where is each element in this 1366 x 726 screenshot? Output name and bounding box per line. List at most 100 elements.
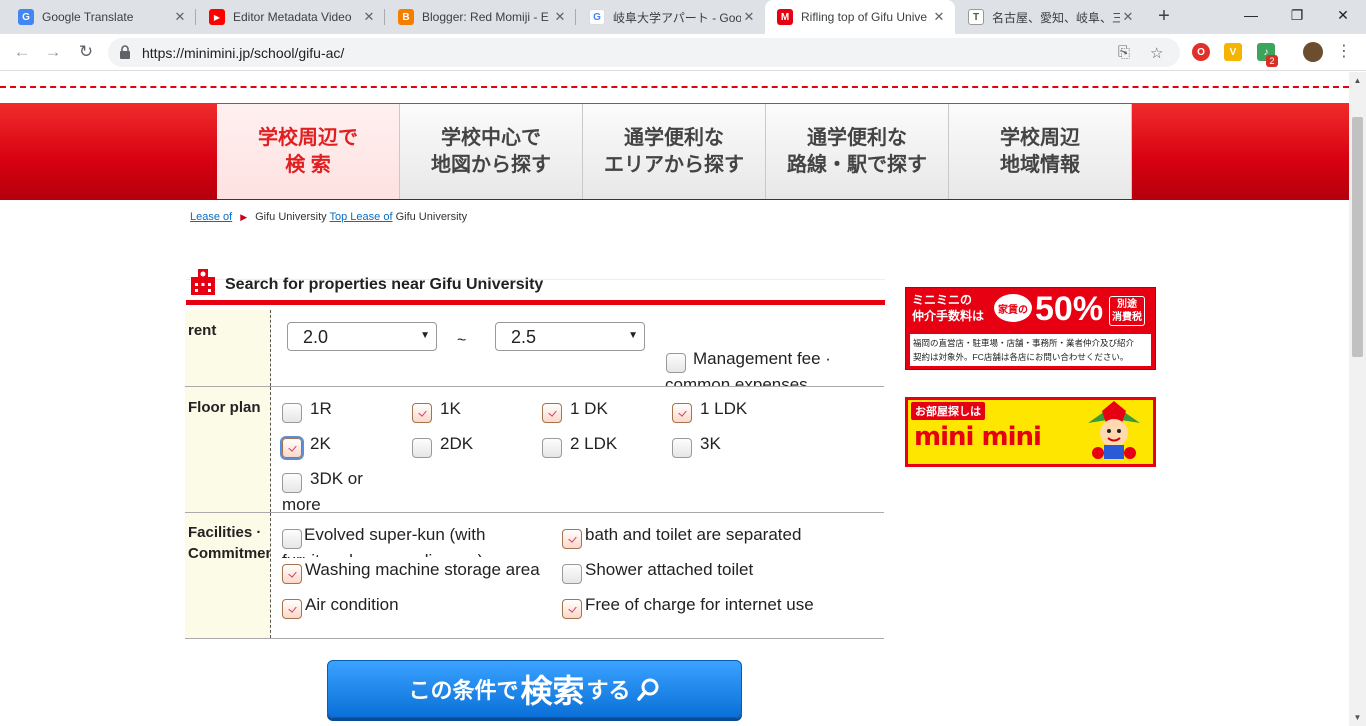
free-internet-checkbox[interactable] [562,599,582,619]
mgmt-fee-label: Management fee · common expenses [665,349,831,386]
nav-area-search[interactable]: 通学便利なエリアから探す [583,104,766,199]
nav-station-search[interactable]: 通学便利な路線・駅で探す [766,104,949,199]
rent-max-select[interactable]: 2.5 ▼ [495,322,645,351]
close-icon[interactable]: ✕ [1120,9,1136,25]
nav-area-info[interactable]: 学校周辺 地域情報 [949,104,1132,199]
scroll-down-arrow-icon[interactable]: ▼ [1349,709,1366,726]
scroll-up-arrow-icon[interactable]: ▲ [1349,72,1366,89]
floor-1dk-label: 1 DK [570,399,608,418]
facilities-row: Facilities · Commitment Evolved super-ku… [185,513,884,639]
minimini-banner[interactable]: お部屋探しは mini mini [905,397,1156,467]
commission-banner[interactable]: ミニミニの 仲介手数料は 家賃の 50% 別途 消費税 福岡の直営店・駐車場・店… [905,287,1156,370]
tab-title: Google Translate [42,10,134,24]
translate-page-icon[interactable]: ⎘ [1118,44,1130,61]
close-icon[interactable]: ✕ [931,9,947,25]
breadcrumb: Lease of ▶ Gifu University Top Lease of Gi… [190,211,467,223]
close-icon[interactable]: ✕ [552,9,568,25]
search-form: rent 2.0 ▼ ~ 2.5 ▼ Management fee · common… [185,310,884,639]
address-bar[interactable]: https://minimini.jp/school/gifu-ac/ ⎘ ☆ [108,38,1180,67]
close-icon[interactable]: ✕ [741,9,757,25]
bath-toilet-separate-checkbox[interactable] [562,529,582,549]
nav-line2: 地図から探す [431,153,551,176]
floor-2ldk-label: 2 LDK [570,434,618,453]
air-condition-label: Air condition [305,595,399,614]
air-condition-checkbox[interactable] [282,599,302,619]
minimize-button[interactable]: — [1228,0,1274,30]
tab-rifling-gifu[interactable]: M Rifling top of Gifu Unive ✕ [765,0,955,34]
tab-editor-metadata[interactable]: ▶ Editor Metadata Video ✕ [197,0,385,34]
floor-3k-checkbox[interactable] [672,438,692,458]
banner-text: 仲介手数料は [912,309,985,323]
close-window-button[interactable]: ✕ [1320,0,1366,30]
vimeo-extension-icon[interactable]: V [1224,43,1242,61]
minimini-icon: M [777,9,793,25]
tab-nagoya[interactable]: T 名古屋、愛知、岐阜、三重 ✕ [956,0,1144,34]
nav-line2: エリアから探す [604,153,744,176]
dashed-divider [0,86,1349,88]
rent-min-select[interactable]: 2.0 ▼ [287,322,437,351]
lock-icon [120,45,130,59]
banner-text: ミニミニの [912,293,973,307]
washing-machine-label: Washing machine storage area [305,557,540,583]
section-title: Search for properties near Gifu Universi… [225,276,544,293]
opera-extension-icon[interactable]: O [1192,43,1210,61]
menu-kebab-icon[interactable]: ⋮ [1336,41,1352,61]
floor-2k-checkbox[interactable] [282,438,302,458]
floor-2dk-checkbox[interactable] [412,438,432,458]
floor-2ldk-checkbox[interactable] [542,438,562,458]
nav-search-near-school[interactable]: 学校周辺で検 索 [217,104,400,199]
shower-toilet-checkbox[interactable] [562,564,582,584]
nav-line1: 学校中心で [441,126,541,149]
url-text[interactable]: https://minimini.jp/school/gifu-ac/ [142,45,344,61]
search-button-text: この条件で [408,678,519,703]
tab-google-translate[interactable]: G Google Translate ✕ [6,0,196,34]
nav-line2: 路線・駅で探す [787,153,927,176]
washing-machine-checkbox[interactable] [282,564,302,584]
breadcrumb-arrow-icon: ▶ [240,212,248,222]
back-button[interactable]: ← [10,40,34,64]
floor-1r-checkbox[interactable] [282,403,302,423]
tab-google-search[interactable]: G 岐阜大学アパート - Goog ✕ [577,0,765,34]
breadcrumb-link-top-lease[interactable]: Top Lease of [330,211,393,223]
nav-line1: 通学便利な [807,126,907,149]
nav-line1: 通学便利な [624,126,724,149]
forward-button[interactable]: → [41,40,65,64]
close-icon[interactable]: ✕ [361,9,377,25]
nav-line1: 学校周辺 [1000,126,1080,149]
rent-row: rent 2.0 ▼ ~ 2.5 ▼ Management fee · common… [185,310,884,387]
google-icon: G [589,9,605,25]
youtube-icon: ▶ [209,9,225,25]
magnifier-icon [636,678,659,701]
rent-label: rent [185,310,271,386]
search-button[interactable]: この条件で 検索 する [327,660,742,718]
breadcrumb-text: Gifu University [395,211,468,223]
bookmark-star-icon[interactable]: ☆ [1150,44,1163,62]
banner-tax: 別途 [1117,299,1137,310]
extension-badge: 2 [1266,55,1278,67]
close-icon[interactable]: ✕ [172,9,188,25]
shirt-icon: T [968,9,984,25]
range-tilde: ~ [457,332,467,349]
furniture-label: Evolved super-kun (with furniture home a… [282,525,486,558]
tab-blogger[interactable]: B Blogger: Red Momiji - E ✕ [386,0,576,34]
banner-caption: お部屋探しは [911,402,985,420]
scroll-thumb[interactable] [1352,117,1363,357]
breadcrumb-link-lease[interactable]: Lease of [190,211,232,223]
reload-button[interactable]: ↻ [74,40,98,64]
section-underline [186,300,885,305]
avatar[interactable] [1303,42,1323,62]
floor-1k-label: 1K [440,399,461,418]
shower-toilet-label: Shower attached toilet [585,560,754,579]
page-scrollbar[interactable]: ▲ ▼ [1349,72,1366,726]
floor-1k-checkbox[interactable] [412,403,432,423]
restore-button[interactable]: ❐ [1274,0,1320,30]
search-button-text: 検索 [520,673,585,709]
section-header: Search for properties near Gifu Universi… [186,268,885,306]
nav-map-search[interactable]: 学校中心で地図から探す [400,104,583,199]
floor-1ldk-label: 1 LDK [700,399,748,418]
bath-toilet-separate-label: bath and toilet are separated [585,525,802,544]
nav-line2: 検 索 [285,153,331,176]
floor-1dk-checkbox[interactable] [542,403,562,423]
new-tab-button[interactable]: + [1151,5,1177,29]
floor-1ldk-checkbox[interactable] [672,403,692,423]
